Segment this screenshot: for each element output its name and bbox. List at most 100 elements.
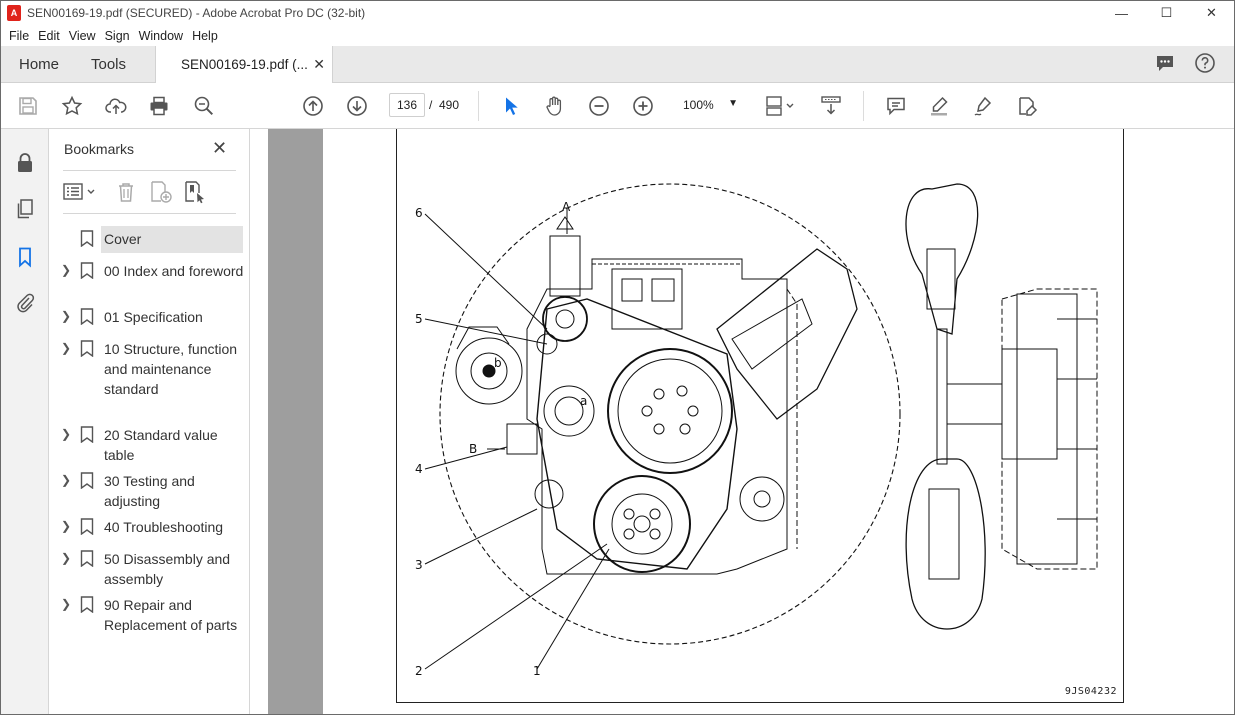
navigation-rail <box>1 129 49 714</box>
tab-document[interactable]: SEN00169-19.pdf (... ✕ <box>155 46 333 83</box>
bookmark-ribbon-icon <box>80 550 94 567</box>
select-cursor-icon[interactable] <box>499 94 523 118</box>
scroll-mode-icon[interactable] <box>819 94 843 118</box>
title-bar: A SEN00169-19.pdf (SECURED) - Adobe Acro… <box>1 1 1234 25</box>
expand-arrow-icon[interactable]: ❯ <box>61 341 71 355</box>
bookmark-ribbon-icon <box>80 518 94 535</box>
bookmark-ribbon-icon <box>80 426 94 443</box>
upload-cloud-icon[interactable] <box>104 94 128 118</box>
bookmark-tools <box>63 179 243 205</box>
bookmark-label: 90 Repair and Replacement of parts <box>104 597 238 633</box>
zoom-out-icon[interactable] <box>587 94 611 118</box>
bookmark-label: Cover <box>104 231 142 247</box>
page-gutter <box>268 129 323 714</box>
bookmark-ribbon-icon <box>80 230 94 247</box>
expand-arrow-icon[interactable]: ❯ <box>61 551 71 565</box>
bookmark-ribbon-icon <box>80 472 94 489</box>
bookmark-label: 00 Index and foreword <box>104 263 244 279</box>
divider <box>63 213 236 214</box>
toolbar: 136 / 490 100% ▼ <box>1 83 1234 129</box>
tab-home[interactable]: Home <box>19 56 59 73</box>
highlight-pen-icon[interactable] <box>927 94 951 118</box>
lock-icon[interactable] <box>13 151 37 175</box>
bookmarks-panel: Bookmarks ✕ Cover ❯ 00 Index and forewor… <box>49 129 250 714</box>
tab-close-icon[interactable]: ✕ <box>313 56 325 73</box>
view-label-a: A <box>562 200 571 214</box>
page-number-input[interactable]: 136 <box>389 93 425 117</box>
tab-bar: Home Tools SEN00169-19.pdf (... ✕ <box>1 46 1234 83</box>
save-icon[interactable] <box>16 94 40 118</box>
chevron-down-icon: ▼ <box>728 98 738 109</box>
zoom-in-icon[interactable] <box>631 94 655 118</box>
zoom-level-value: 100% <box>683 98 714 112</box>
expand-arrow-icon[interactable]: ❯ <box>61 309 71 323</box>
minimize-button[interactable]: — <box>1099 1 1144 25</box>
dim-label-a: a <box>580 394 587 408</box>
menu-file[interactable]: File <box>9 29 29 43</box>
find-bookmark-icon[interactable] <box>183 180 207 207</box>
close-window-button[interactable]: ✕ <box>1189 1 1234 25</box>
view-label-b: B <box>469 442 477 456</box>
menu-window[interactable]: Window <box>139 29 183 43</box>
bookmark-label: 01 Specification <box>104 309 203 325</box>
menu-help[interactable]: Help <box>192 29 218 43</box>
expand-arrow-icon[interactable]: ❯ <box>61 519 71 533</box>
figure-id: 9JS04232 <box>1064 686 1117 697</box>
document-view[interactable]: 6 5 4 3 2 1 A B a b 9JS04232 <box>250 129 1234 714</box>
add-comment-icon[interactable] <box>884 94 908 118</box>
total-pages: 490 <box>439 98 460 112</box>
bookmark-ribbon-icon <box>80 340 94 357</box>
panel-title: Bookmarks <box>64 141 135 157</box>
bookmark-ribbon-icon <box>80 262 94 279</box>
callout-6: 6 <box>415 206 423 220</box>
expand-arrow-icon[interactable]: ❯ <box>61 597 71 611</box>
callout-3: 3 <box>415 558 423 572</box>
next-page-icon[interactable] <box>345 94 369 118</box>
comment-icon[interactable] <box>1154 52 1176 77</box>
expand-arrow-icon[interactable]: ❯ <box>61 427 71 441</box>
menu-edit[interactable]: Edit <box>38 29 60 43</box>
attachments-icon[interactable] <box>13 290 37 314</box>
zoom-level-select[interactable]: 100% ▼ <box>675 93 743 117</box>
callout-5: 5 <box>415 312 423 326</box>
expand-arrow-icon[interactable]: ❯ <box>61 473 71 487</box>
page-display-icon[interactable] <box>763 94 797 118</box>
bookmark-label: 40 Troubleshooting <box>104 519 224 535</box>
new-bookmark-icon[interactable] <box>149 180 173 207</box>
expand-arrow-icon[interactable]: ❯ <box>61 263 71 277</box>
draw-pen-icon[interactable] <box>971 94 995 118</box>
print-icon[interactable] <box>147 94 171 118</box>
divider <box>63 170 236 171</box>
acrobat-window: A SEN00169-19.pdf (SECURED) - Adobe Acro… <box>0 0 1235 715</box>
fill-sign-icon[interactable] <box>1015 94 1039 118</box>
bookmarks-icon[interactable] <box>13 245 37 269</box>
engine-front-diagram: 6 5 4 3 2 1 A B a b <box>415 183 1098 678</box>
bookmark-label: 10 Structure, function and maintenance s… <box>104 341 238 397</box>
callout-2: 2 <box>415 664 423 678</box>
bookmark-label: 50 Disassembly and assembly <box>104 551 231 587</box>
maximize-button[interactable]: ☐ <box>1144 1 1189 25</box>
menu-sign[interactable]: Sign <box>105 29 130 43</box>
bookmark-ribbon-icon <box>80 596 94 613</box>
callout-1: 1 <box>533 664 541 678</box>
options-menu-icon[interactable] <box>63 181 99 206</box>
bookmark-ribbon-icon <box>80 308 94 325</box>
callout-4: 4 <box>415 462 423 476</box>
help-icon[interactable] <box>1194 52 1216 77</box>
hand-tool-icon[interactable] <box>542 94 566 118</box>
zoom-search-icon[interactable] <box>192 94 216 118</box>
page-thumbnails-icon[interactable] <box>13 197 37 221</box>
bookmark-label: 20 Standard value table <box>104 427 218 463</box>
pdf-page: 6 5 4 3 2 1 A B a b 9JS04232 <box>396 129 1124 703</box>
tab-document-label: SEN00169-19.pdf (... <box>181 57 308 72</box>
page-separator: / <box>429 98 433 112</box>
delete-bookmark-icon[interactable] <box>116 181 136 206</box>
close-panel-icon[interactable]: ✕ <box>212 138 227 159</box>
menu-view[interactable]: View <box>69 29 96 43</box>
bookmark-label: 30 Testing and adjusting <box>104 473 195 509</box>
menu-bar: File Edit View Sign Window Help <box>1 25 1234 46</box>
bookmark-star-icon[interactable] <box>60 94 84 118</box>
window-title: SEN00169-19.pdf (SECURED) - Adobe Acroba… <box>27 6 366 20</box>
previous-page-icon[interactable] <box>301 94 325 118</box>
tab-tools[interactable]: Tools <box>91 56 126 73</box>
